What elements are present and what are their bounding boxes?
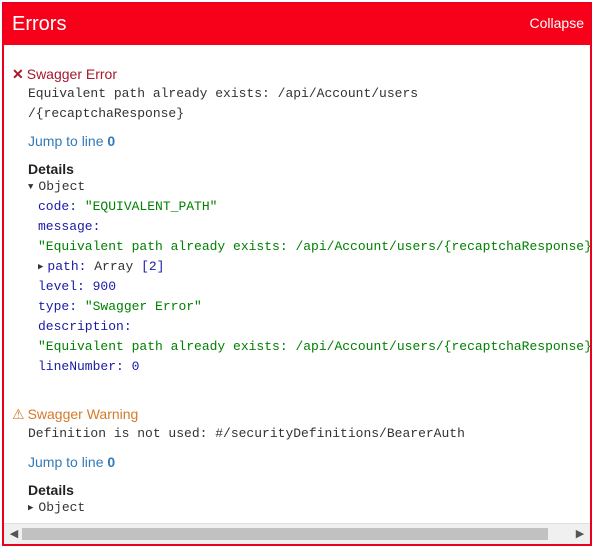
field-key: level: <box>38 279 85 294</box>
field-key: type: <box>38 299 78 314</box>
error-title: ✕ Swagger Error <box>12 66 117 83</box>
jump-to-line-link[interactable]: Jump to line 0 <box>28 133 115 149</box>
triangle-down-icon: ▼ <box>28 182 34 192</box>
jump-to-line-label: Jump to line <box>28 454 104 470</box>
object-label: Object <box>38 500 86 515</box>
field-row-type: type: "Swagger Error" <box>38 299 202 314</box>
horizontal-scrollbar[interactable]: ◀ ▶ <box>4 523 590 544</box>
jump-line-number: 0 <box>107 454 116 470</box>
field-key: lineNumber: <box>38 359 124 374</box>
field-key: code: <box>38 199 78 214</box>
field-value: "Equivalent path already exists: /api/Ac… <box>38 339 590 354</box>
triangle-right-icon: ▶ <box>38 262 44 272</box>
field-value: "Swagger Error" <box>84 299 202 314</box>
error-message: Equivalent path already exists: /api/Acc… <box>28 84 418 124</box>
field-row-path[interactable]: ▶ path: Array [2] <box>38 259 164 274</box>
jump-line-number: 0 <box>107 133 116 149</box>
field-value: 900 <box>92 279 117 294</box>
details-heading: Details <box>28 161 74 177</box>
details-heading: Details <box>28 482 74 498</box>
chevron-left-icon[interactable]: ◀ <box>7 527 21 541</box>
field-row-description: description: <box>38 319 132 334</box>
collapse-button[interactable]: Collapse <box>530 15 584 31</box>
field-row-message-value: "Equivalent path already exists: /api/Ac… <box>38 239 590 254</box>
errors-header: Errors Collapse <box>4 4 590 45</box>
warning-title: ⚠ Swagger Warning <box>12 406 138 423</box>
field-value: "Equivalent path already exists: /api/Ac… <box>38 239 590 254</box>
errors-title: Errors <box>12 13 67 35</box>
field-row-description-value: "Equivalent path already exists: /api/Ac… <box>38 339 590 354</box>
field-row-level: level: 900 <box>38 279 116 294</box>
error-title-label: Swagger Error <box>26 66 117 82</box>
field-key: path: <box>47 259 87 274</box>
jump-to-line-label: Jump to line <box>28 133 104 149</box>
field-row-code: code: "EQUIVALENT_PATH" <box>38 199 217 214</box>
scrollbar-thumb[interactable] <box>22 528 548 540</box>
field-row-linenumber: lineNumber: 0 <box>38 359 139 374</box>
warning-message: Definition is not used: #/securityDefini… <box>28 424 465 444</box>
chevron-right-icon[interactable]: ▶ <box>573 527 587 541</box>
jump-to-line-link[interactable]: Jump to line 0 <box>28 454 115 470</box>
errors-list: ✕ Swagger Error Equivalent path already e… <box>4 45 590 523</box>
field-row-message: message: <box>38 219 100 234</box>
field-value: "EQUIVALENT_PATH" <box>84 199 218 214</box>
field-value: Array <box>94 259 134 274</box>
errors-panel: Errors Collapse ✕ Swagger Error Equivalen… <box>2 2 592 546</box>
close-icon: ✕ <box>12 66 24 82</box>
warning-message-line: Definition is not used: #/securityDefini… <box>28 426 465 441</box>
warning-icon: ⚠ <box>12 406 25 422</box>
field-key: description: <box>38 319 132 334</box>
field-value: 0 <box>131 359 140 374</box>
error-message-line: Equivalent path already exists: /api/Acc… <box>28 86 419 101</box>
array-count: [2] <box>141 259 165 274</box>
field-key: message: <box>38 219 101 234</box>
error-message-line: /{recaptchaResponse} <box>28 106 185 121</box>
triangle-right-icon: ▶ <box>28 503 34 513</box>
object-toggle[interactable]: ▶ Object <box>28 500 85 515</box>
warning-title-label: Swagger Warning <box>27 406 139 422</box>
object-label: Object <box>38 179 86 194</box>
object-toggle[interactable]: ▼ Object <box>28 179 85 194</box>
